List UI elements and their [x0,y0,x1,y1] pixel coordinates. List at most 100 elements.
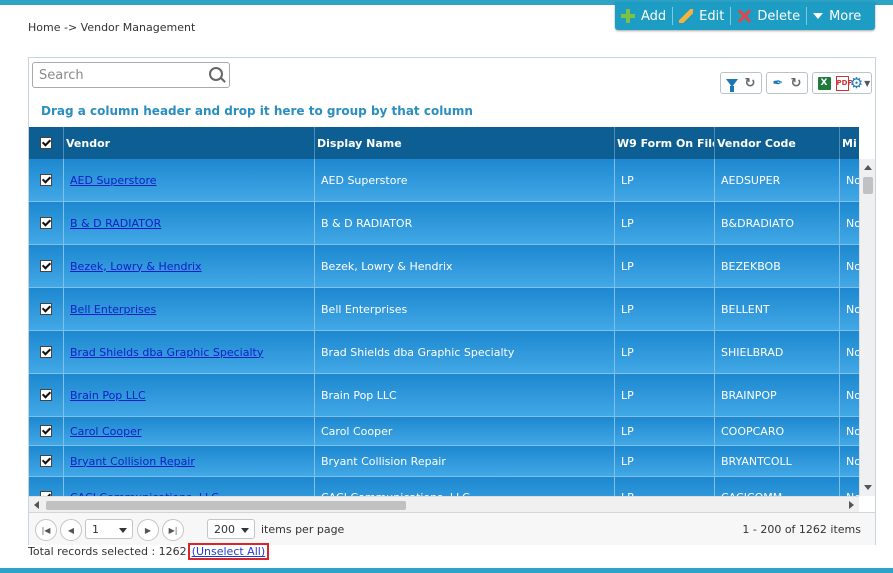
row-checkbox[interactable] [29,159,64,201]
add-button[interactable]: Add [615,2,672,30]
scroll-thumb[interactable] [46,501,406,510]
page-size-value: 200 [214,522,235,536]
funnel-icon [726,79,738,92]
plus-icon [621,9,635,23]
search-box [32,62,230,88]
truncated-cell: No [846,259,859,273]
vendor-cell: B & D RADIATOR [64,202,315,244]
column-header-vendor-code[interactable]: Vendor Code [715,127,840,159]
vendor-link[interactable]: Bell Enterprises [70,303,156,316]
scroll-down-arrow[interactable] [864,485,872,490]
vendor-link[interactable]: AED Superstore [70,174,157,187]
edit-button[interactable]: Edit [673,2,730,30]
reset-filter-button[interactable]: ↻ [741,74,759,92]
next-page-icon: ▶ [144,525,152,535]
add-button-label: Add [641,8,667,24]
vendor-cell: Carol Cooper [64,417,315,445]
column-tools: ✒ ↻ [766,72,808,94]
checkbox-checked-icon [40,137,52,149]
row-checkbox[interactable] [29,374,64,416]
row-checkbox[interactable] [29,477,64,496]
row-checkbox[interactable] [29,446,64,476]
column-settings-button[interactable]: ✒ [769,74,787,92]
table-row[interactable]: Bezek, Lowry & Hendrix Bezek, Lowry & Hen… [29,245,859,288]
column-header-display-name[interactable]: Display Name [315,127,615,159]
refresh-icon: ↻ [790,75,802,91]
table-row[interactable]: Bell Enterprises Bell Enterprises LP BELLEN… [29,288,859,331]
export-excel-button[interactable]: X [815,74,833,92]
pencil-icon [679,9,694,23]
w9-cell: LP [615,417,715,445]
vertical-scrollbar[interactable] [859,159,875,496]
edit-button-label: Edit [699,8,725,24]
vendor-cell: Bezek, Lowry & Hendrix [64,245,315,287]
delete-button[interactable]: Delete [731,2,806,30]
display-name-cell: Carol Cooper [315,417,615,445]
vendor-link[interactable]: Brad Shields dba Graphic Specialty [70,346,263,359]
select-all-checkbox[interactable] [29,127,64,159]
truncated-cell: No [846,424,859,438]
reset-columns-button[interactable]: ↻ [787,74,805,92]
vendor-link[interactable]: Bryant Collision Repair [70,455,195,468]
more-button[interactable]: More [807,2,867,30]
table-row[interactable]: B & D RADIATOR B & D RADIATOR LP B&DRADIATO… [29,202,859,245]
grid-body: AED Superstore AED Superstore LP AEDSUPER No… [29,159,859,496]
table-row[interactable]: Bryant Collision Repair Bryant Collision … [29,446,859,477]
filter-button[interactable] [723,74,741,92]
vendor-link[interactable]: Carol Cooper [70,425,141,438]
w9-cell: LP [615,245,715,287]
row-checkbox[interactable] [29,288,64,330]
export-pdf-button[interactable]: PDF [833,74,852,92]
table-row[interactable]: CACI Communications, LLCCACI Communicati… [29,477,859,496]
checkbox-checked-icon [40,455,52,467]
row-checkbox[interactable] [29,202,64,244]
truncated-cell: No [846,216,859,230]
scroll-left-arrow[interactable] [34,501,39,509]
scroll-up-arrow[interactable] [864,165,872,170]
display-name-cell: Brad Shields dba Graphic Specialty [315,331,615,373]
scroll-right-arrow[interactable] [849,501,854,509]
previous-page-icon: ◀ [67,525,75,535]
page-size-select[interactable]: 200 [207,519,255,539]
vendor-cell: Brad Shields dba Graphic Specialty [64,331,315,373]
next-page-button[interactable]: ▶ [137,519,159,541]
vendor-code-cell: BEZEKBOB [715,245,840,287]
first-page-button[interactable]: |◀ [35,519,57,541]
vendor-link[interactable]: Brain Pop LLC [70,389,146,402]
vendor-cell: CACI Communications, LLC [64,477,315,496]
truncated-cell: No [846,454,859,468]
scroll-thumb[interactable] [863,177,873,194]
vendor-link[interactable]: B & D RADIATOR [70,217,161,230]
total-selected-text: Total records selected : 1262 [28,545,187,558]
previous-page-button[interactable]: ◀ [60,519,82,541]
column-header-w9-form[interactable]: W9 Form On File [615,127,715,159]
vendor-cell: Bell Enterprises [64,288,315,330]
vendor-link[interactable]: Bezek, Lowry & Hendrix [70,260,202,273]
column-header-vendor[interactable]: Vendor [64,127,315,159]
page-select[interactable]: 1 [85,519,133,539]
row-checkbox[interactable] [29,417,64,445]
table-row[interactable]: Brain Pop LLC Brain Pop LLC LP BRAINPOP No [29,374,859,417]
export-tools: X PDF ⚙ ▼ [812,72,872,94]
last-page-button[interactable]: ▶| [162,519,184,541]
search-input[interactable] [37,63,206,87]
w9-cell: LP [615,477,715,496]
column-header-truncated[interactable]: Mi [840,127,859,159]
display-name-cell: B & D RADIATOR [315,202,615,244]
unselect-all-link[interactable]: (Unselect All) [187,543,270,560]
table-row[interactable]: Brad Shields dba Graphic Specialty Brad S… [29,331,859,374]
row-checkbox[interactable] [29,331,64,373]
grid-options-button[interactable]: ⚙ ▼ [850,74,871,92]
horizontal-scrollbar[interactable] [29,496,859,512]
display-name-cell: Bryant Collision Repair [315,446,615,476]
table-row[interactable]: Carol Cooper Carol Cooper LP COOPCARO No [29,417,859,446]
checkbox-checked-icon [40,303,52,315]
truncated-cell: No [846,173,859,187]
search-icon[interactable] [209,67,223,81]
vendor-code-cell: BRAINPOP [715,374,840,416]
table-row[interactable]: AED Superstore AED Superstore LP AEDSUPER No [29,159,859,202]
w9-cell: LP [615,202,715,244]
grid-tools: ↻ ✒ ↻ X PDF ⚙ ▼ [720,72,872,94]
row-checkbox[interactable] [29,245,64,287]
checkbox-checked-icon [40,425,52,437]
